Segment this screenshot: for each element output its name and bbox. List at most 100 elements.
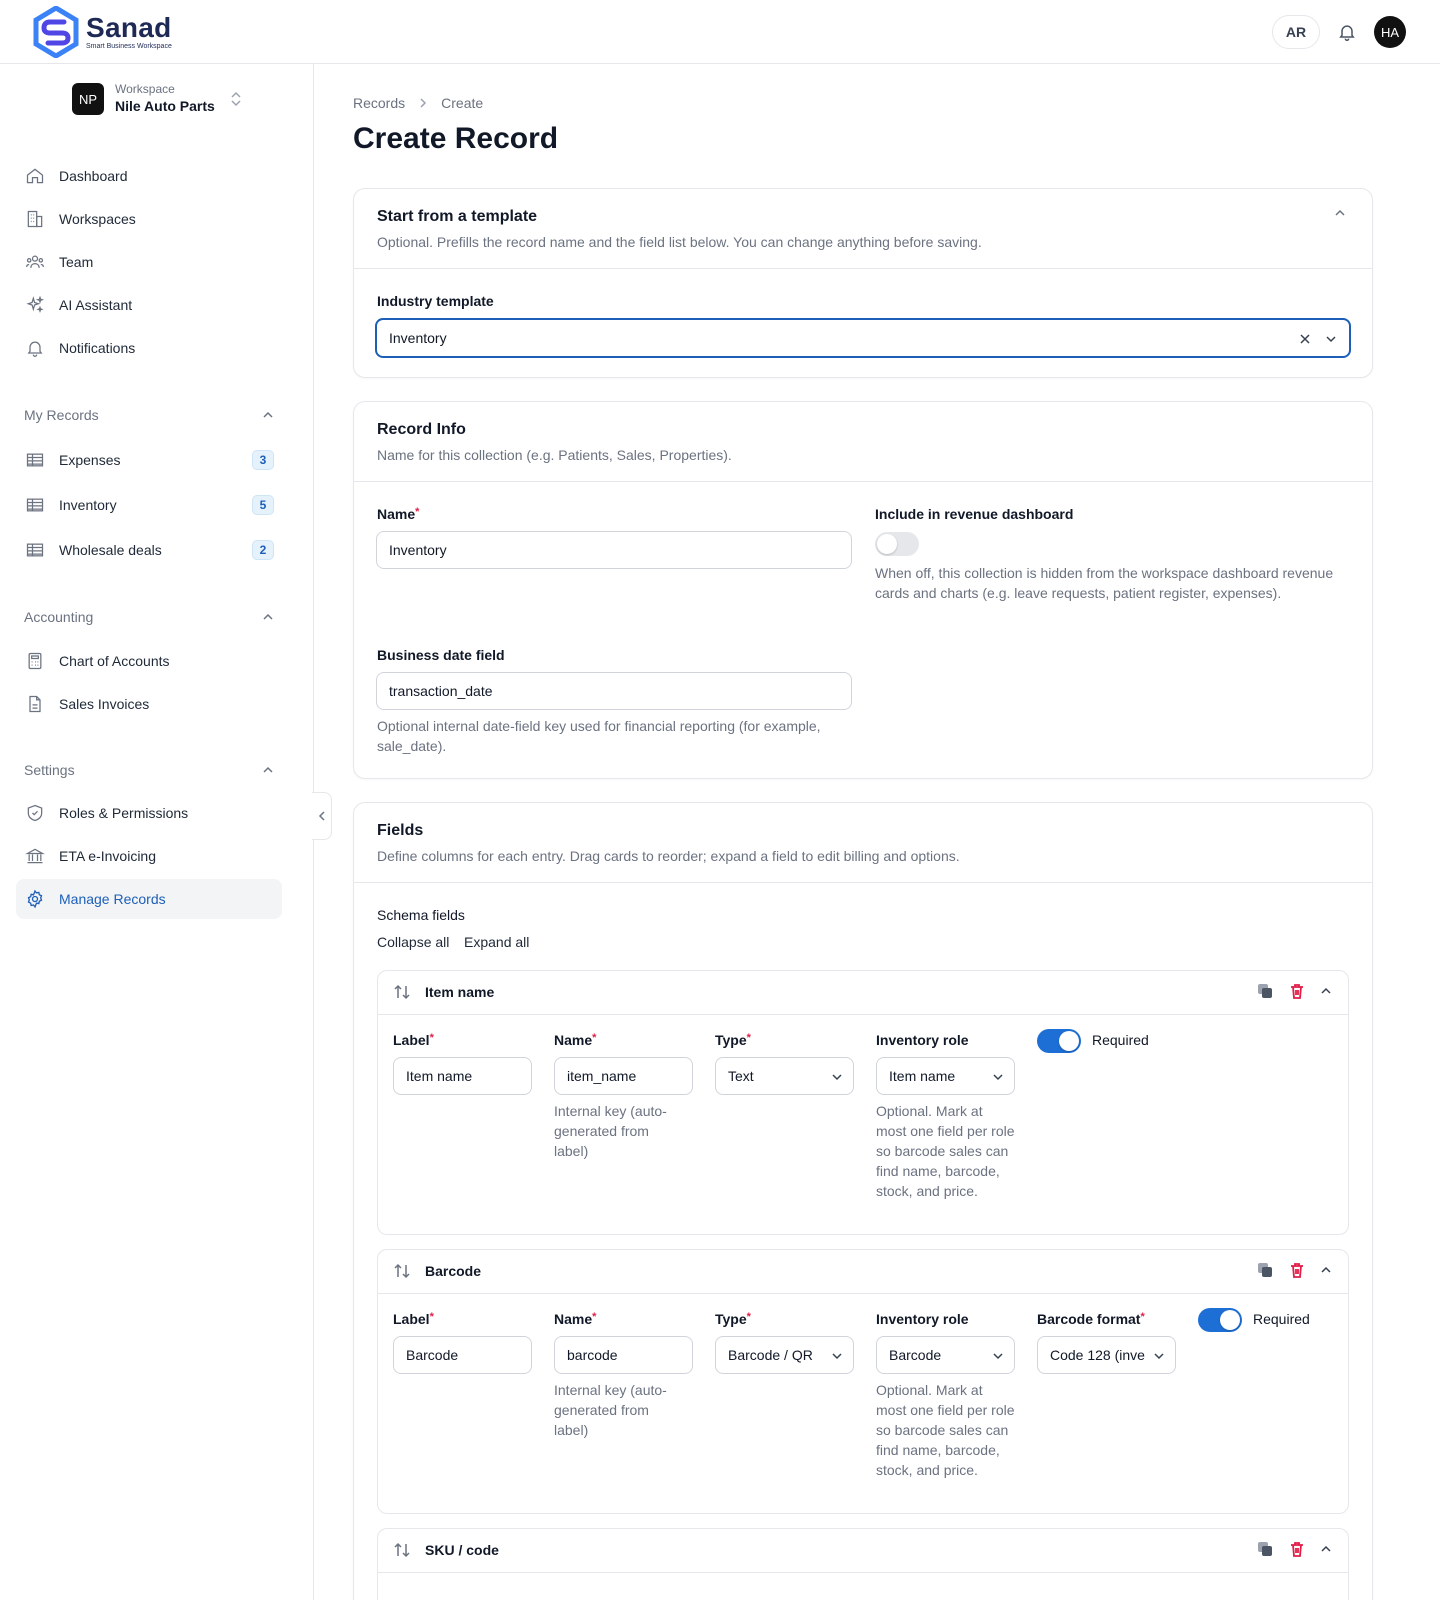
industry-template-select[interactable]: Inventory — [375, 318, 1351, 358]
page-title: Create Record — [353, 122, 559, 155]
name-label: Name* — [554, 1032, 597, 1048]
nav-roles-permissions[interactable]: Roles & Permissions — [16, 793, 282, 833]
nav-team[interactable]: Team — [16, 242, 282, 282]
inventory-role-select[interactable]: Barcode — [876, 1336, 1015, 1374]
logo-mark-icon — [33, 6, 79, 58]
type-label: Type* — [715, 1032, 751, 1048]
users-icon — [24, 251, 46, 273]
template-card: Start from a template Optional. Prefills… — [353, 188, 1373, 378]
field-card-header[interactable]: Item name — [378, 971, 1348, 1015]
nav-manage-records[interactable]: Manage Records — [16, 879, 282, 919]
name-label: Name* — [554, 1311, 597, 1327]
chevron-up-icon — [263, 411, 273, 418]
field-name-input[interactable]: barcode — [554, 1336, 693, 1374]
expand-all-button[interactable]: Expand all — [464, 934, 529, 950]
chevron-up-icon[interactable] — [1320, 1545, 1332, 1553]
sidebar-collapse-button[interactable] — [312, 792, 332, 840]
field-label-input[interactable]: Item name — [393, 1057, 532, 1095]
required-toggle[interactable] — [1037, 1029, 1081, 1053]
trash-icon[interactable] — [1288, 1261, 1306, 1279]
role-help: Optional. Mark at most one field per rol… — [876, 1382, 1015, 1478]
chevron-up-icon[interactable] — [1334, 209, 1346, 217]
section-title: Settings — [24, 762, 75, 778]
nav-sales-invoices[interactable]: Sales Invoices — [16, 684, 282, 724]
card-subtitle: Optional. Prefills the record name and t… — [377, 234, 982, 250]
nav-label: Workspaces — [59, 211, 136, 227]
nav-label: Manage Records — [59, 891, 166, 907]
select-value: Inventory — [389, 330, 447, 346]
nav-workspaces[interactable]: Workspaces — [16, 199, 282, 239]
brand-tagline: Smart Business Workspace — [86, 43, 172, 50]
field-card-sku-code[interactable]: SKU / code — [377, 1528, 1349, 1600]
chevron-up-icon[interactable] — [1320, 987, 1332, 995]
nav-dashboard[interactable]: Dashboard — [16, 156, 282, 196]
field-card-item-name[interactable]: Item name Label* Item name Name* item_na… — [377, 970, 1349, 1235]
duplicate-icon[interactable] — [1256, 1261, 1274, 1279]
trash-icon[interactable] — [1288, 1540, 1306, 1558]
revenue-dashboard-toggle[interactable] — [875, 532, 919, 556]
field-type-select[interactable]: Text — [715, 1057, 854, 1095]
section-my-records[interactable]: My Records — [24, 405, 274, 425]
chevron-up-icon[interactable] — [1320, 1266, 1332, 1274]
user-avatar[interactable]: HA — [1374, 16, 1406, 48]
card-title: Start from a template — [377, 208, 538, 225]
card-title: Record Info — [377, 421, 466, 438]
section-accounting[interactable]: Accounting — [24, 607, 274, 627]
business-date-input[interactable]: transaction_date — [376, 672, 852, 710]
breadcrumb-records[interactable]: Records — [353, 95, 405, 111]
name-help: Internal key (auto-generated from label) — [554, 1382, 667, 1438]
section-settings[interactable]: Settings — [24, 760, 274, 780]
required-toggle[interactable] — [1198, 1308, 1242, 1332]
record-info-header: Record Info Name for this collection (e.… — [354, 402, 1372, 482]
chevron-down-icon — [832, 1353, 842, 1360]
workspace-switcher[interactable]: NP Workspace Nile Auto Parts — [72, 82, 243, 116]
required-label: Required — [1092, 1032, 1149, 1048]
nav-inventory[interactable]: Inventory 5 — [16, 485, 282, 525]
field-type-select[interactable]: Barcode / QR — [715, 1336, 854, 1374]
logo[interactable]: Sanad Smart Business Workspace — [32, 6, 172, 58]
nav-expenses[interactable]: Expenses 3 — [16, 440, 282, 480]
shield-check-icon — [24, 802, 46, 824]
business-date-label: Business date field — [377, 647, 505, 663]
bell-icon[interactable] — [1336, 21, 1358, 43]
drag-sort-icon[interactable] — [393, 1262, 411, 1280]
record-name-input[interactable]: Inventory — [376, 531, 852, 569]
barcode-format-select[interactable]: Code 128 (inve — [1037, 1336, 1176, 1374]
drag-sort-icon[interactable] — [393, 1541, 411, 1559]
nav-label: Roles & Permissions — [59, 805, 189, 821]
nav-wholesale-deals[interactable]: Wholesale deals 2 — [16, 530, 282, 570]
nav-ai-assistant[interactable]: AI Assistant — [16, 285, 282, 325]
close-icon[interactable] — [1299, 333, 1311, 345]
language-button[interactable]: AR — [1272, 15, 1320, 49]
workspace-name: Nile Auto Parts — [115, 98, 215, 114]
name-help: Internal key (auto-generated from label) — [554, 1103, 667, 1159]
field-card-title: SKU / code — [425, 1542, 499, 1558]
count-badge: 3 — [252, 450, 274, 470]
fields-card: Fields Define columns for each entry. Dr… — [353, 802, 1373, 1600]
template-card-header[interactable]: Start from a template Optional. Prefills… — [354, 189, 1372, 269]
nav-label: Inventory — [59, 497, 117, 513]
trash-icon[interactable] — [1288, 982, 1306, 1000]
card-subtitle: Define columns for each entry. Drag card… — [377, 848, 960, 864]
gear-icon — [24, 888, 46, 910]
duplicate-icon[interactable] — [1256, 982, 1274, 1000]
nav-label: Dashboard — [59, 168, 128, 184]
chevron-right-icon — [420, 98, 427, 108]
chevron-down-icon — [832, 1074, 842, 1081]
nav-eta-e-invoicing[interactable]: ETA e-Invoicing — [16, 836, 282, 876]
card-subtitle: Name for this collection (e.g. Patients,… — [377, 447, 732, 463]
field-name-input[interactable]: item_name — [554, 1057, 693, 1095]
nav-label: Notifications — [59, 340, 136, 356]
field-label-input[interactable]: Barcode — [393, 1336, 532, 1374]
collapse-all-button[interactable]: Collapse all — [377, 934, 449, 950]
field-card-title: Item name — [425, 984, 495, 1000]
field-card-barcode[interactable]: Barcode Label* Barcode Name* barcode Int… — [377, 1249, 1349, 1514]
field-card-header[interactable]: Barcode — [378, 1250, 1348, 1294]
drag-sort-icon[interactable] — [393, 983, 411, 1001]
duplicate-icon[interactable] — [1256, 1540, 1274, 1558]
inventory-role-select[interactable]: Item name — [876, 1057, 1015, 1095]
chevron-left-icon — [318, 811, 325, 821]
field-card-header[interactable]: SKU / code — [378, 1529, 1348, 1573]
nav-notifications[interactable]: Notifications — [16, 328, 282, 368]
nav-chart-of-accounts[interactable]: Chart of Accounts — [16, 641, 282, 681]
